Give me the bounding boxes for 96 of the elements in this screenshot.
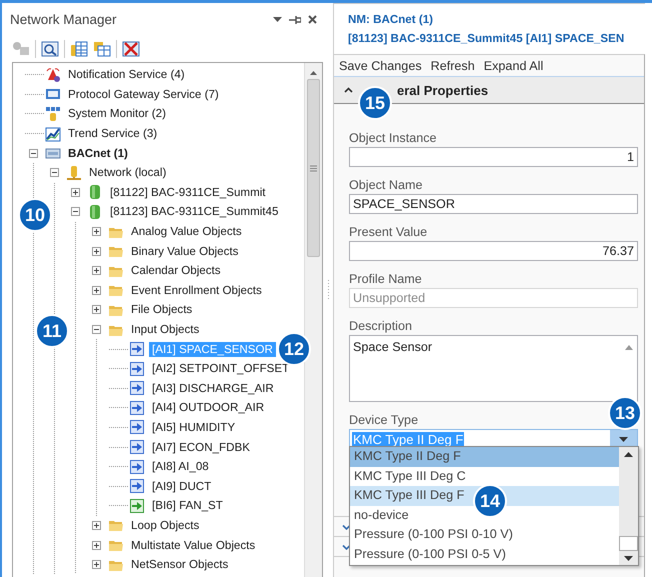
- section-title: eral Properties: [397, 82, 488, 98]
- dropdown-option[interactable]: Pressure (0-100 PSI 0-5 V): [350, 544, 619, 564]
- tree-item[interactable]: Trend Service (3): [65, 126, 160, 142]
- alarm-bell-icon: [45, 66, 61, 83]
- field-value: Space Sensor: [353, 340, 432, 354]
- dropdown-option[interactable]: KMC Type II Deg F: [350, 447, 619, 466]
- tree-item[interactable]: Network (local): [86, 165, 170, 180]
- toolbar-button[interactable]: Save Changes: [338, 59, 423, 73]
- dropdown-option[interactable]: Pressure (0-100 PSI 0-10 V): [350, 525, 619, 544]
- scrollbar[interactable]: [619, 447, 638, 565]
- trend-chart-icon: [45, 126, 61, 142]
- expander-icon[interactable]: [70, 188, 80, 197]
- tree-item[interactable]: [BI6] FAN_ST: [149, 498, 226, 514]
- tree-item[interactable]: NetSensor Objects: [128, 557, 232, 572]
- tree-item[interactable]: [AI7] ECON_FDBK: [149, 440, 253, 455]
- tree-item[interactable]: Calendar Objects: [128, 263, 224, 278]
- expander-icon[interactable]: [92, 246, 100, 256]
- callout-badge: 11: [35, 314, 69, 348]
- chevron-icon[interactable]: [342, 524, 351, 530]
- panel-title: Network Manager: [10, 12, 118, 27]
- chevron-icon[interactable]: [342, 544, 351, 550]
- tree-item[interactable]: Input Objects: [128, 322, 202, 338]
- field-label: Object Instance: [349, 130, 437, 147]
- tree-item[interactable]: [AI4] OUTDOOR_AIR: [149, 400, 268, 416]
- expander-icon[interactable]: [92, 540, 100, 550]
- expander-icon[interactable]: [92, 305, 100, 314]
- cylinder-icon: [66, 164, 82, 181]
- close-icon[interactable]: [308, 15, 317, 24]
- tree-item[interactable]: Analog Value Objects: [128, 224, 245, 240]
- grip-icon: [310, 164, 317, 172]
- tree-item[interactable]: Notification Service (4): [65, 67, 188, 82]
- tree-item[interactable]: Loop Objects: [128, 518, 202, 533]
- expander-icon[interactable]: [92, 286, 100, 295]
- copy-table-icon[interactable]: [93, 41, 111, 57]
- arrow-icon: [129, 341, 145, 358]
- field-label: Description: [349, 318, 412, 335]
- dropdown-icon[interactable]: [273, 16, 282, 22]
- expander-icon[interactable]: [70, 207, 80, 216]
- arrow-icon: [129, 498, 145, 514]
- cylinder-icon: [87, 184, 103, 200]
- scroll-up-icon[interactable]: [624, 452, 633, 457]
- arrow-icon: [129, 478, 145, 494]
- arrow-icon: [129, 439, 145, 456]
- arrow-icon: [129, 380, 145, 396]
- tree-item[interactable]: System Monitor (2): [65, 106, 169, 122]
- callout-badge: 10: [18, 198, 52, 232]
- splitter-grip-icon[interactable]: [326, 280, 330, 300]
- expander-icon[interactable]: [92, 325, 100, 334]
- tree-item[interactable]: File Objects: [128, 302, 196, 318]
- dropdown-option[interactable]: KMC Type III Deg C: [350, 466, 619, 486]
- arrow-icon: [129, 360, 145, 377]
- input-field[interactable]: SPACE_SENSOR: [349, 194, 638, 214]
- tree-item[interactable]: [AI9] DUCT: [149, 478, 214, 494]
- expander-icon[interactable]: [92, 520, 100, 530]
- arrow-icon: [129, 400, 145, 416]
- delete-icon[interactable]: [122, 41, 140, 57]
- tree-item[interactable]: [AI8] AI_08: [149, 459, 212, 474]
- expander-icon[interactable]: [92, 266, 100, 276]
- field-label: Profile Name: [349, 271, 422, 288]
- expander-icon[interactable]: [50, 168, 58, 178]
- table-icon[interactable]: [70, 41, 88, 57]
- breadcrumb-title: NM: BACnet (1): [348, 12, 434, 28]
- expander-icon[interactable]: [92, 560, 100, 570]
- tree-item[interactable]: Protocol Gateway Service (7): [65, 86, 222, 102]
- tree-item[interactable]: [AI3] DISCHARGE_AIR: [149, 380, 277, 396]
- input-field[interactable]: 76.37: [349, 241, 638, 261]
- toolbar-button[interactable]: Expand All: [482, 59, 544, 73]
- tree-item[interactable]: BACnet (1): [65, 146, 131, 161]
- field-label: Device Type: [349, 412, 418, 429]
- field-label: Object Name: [349, 177, 422, 194]
- expander-icon[interactable]: [28, 148, 38, 158]
- field-label: Present Value: [349, 224, 428, 241]
- expander-icon[interactable]: [92, 227, 100, 236]
- pin-icon[interactable]: [289, 16, 301, 24]
- tree-item[interactable]: Binary Value Objects: [128, 244, 242, 259]
- input-field[interactable]: 1: [349, 147, 638, 167]
- chevron-icon[interactable]: [344, 87, 353, 93]
- scroll-down-icon[interactable]: [624, 556, 633, 561]
- tree-item[interactable]: Multistate Value Objects: [128, 538, 258, 553]
- system-monitor-icon: [45, 106, 61, 122]
- tree-item[interactable]: [AI5] HUMIDITY: [149, 420, 238, 435]
- text-area[interactable]: Space Sensor: [349, 335, 638, 402]
- dropdown-icon: [619, 437, 628, 442]
- toolbar-button[interactable]: Refresh: [430, 59, 476, 73]
- scrollbar[interactable]: [304, 63, 322, 577]
- cylinder-icon: [87, 204, 103, 220]
- search-icon[interactable]: [41, 41, 59, 57]
- arrow-icon: [129, 458, 145, 475]
- tree-item[interactable]: [81122] BAC-9311CE_Summit: [107, 184, 269, 200]
- scroll-up-icon[interactable]: [310, 71, 317, 75]
- combo-value: KMC Type II Deg F: [352, 432, 464, 447]
- tree-item[interactable]: Event Enrollment Objects: [128, 282, 265, 298]
- tree-item[interactable]: [81123] BAC-9311CE_Summit45: [107, 204, 282, 220]
- breadcrumb-path: [81123] BAC-9311CE_Summit45 [AI1] SPACE_SEN: [348, 31, 626, 47]
- arrow-icon: [129, 419, 145, 436]
- scroll-thumb[interactable]: [619, 536, 638, 551]
